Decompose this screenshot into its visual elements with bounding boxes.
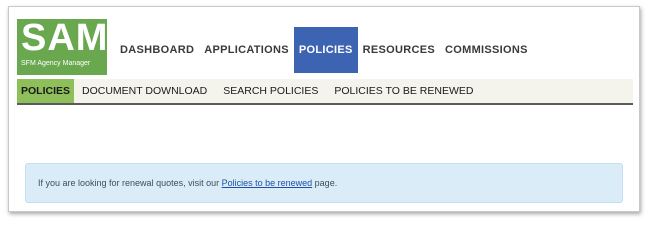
nav-dashboard[interactable]: DASHBOARD bbox=[115, 27, 199, 73]
nav-commissions[interactable]: COMMISSIONS bbox=[440, 27, 533, 73]
app-window: SAM SFM Agency Manager DASHBOARD APPLICA… bbox=[8, 6, 640, 212]
logo-subtitle: SFM Agency Manager bbox=[21, 60, 91, 67]
nav-policies[interactable]: POLICIES bbox=[293, 27, 358, 73]
notice-text-after: page. bbox=[312, 178, 338, 188]
nav-applications[interactable]: APPLICATIONS bbox=[199, 27, 294, 73]
sub-navigation: POLICIES DOCUMENT DOWNLOAD SEARCH POLICI… bbox=[17, 79, 633, 105]
subnav-policies[interactable]: POLICIES bbox=[17, 79, 75, 103]
subnav-search-policies[interactable]: SEARCH POLICIES bbox=[215, 79, 326, 103]
subnav-policies-to-be-renewed[interactable]: POLICIES TO BE RENEWED bbox=[326, 79, 481, 103]
renewal-notice: If you are looking for renewal quotes, v… bbox=[25, 163, 623, 203]
subnav-document-download[interactable]: DOCUMENT DOWNLOAD bbox=[74, 79, 215, 103]
sam-logo[interactable]: SAM SFM Agency Manager bbox=[17, 17, 109, 75]
notice-text-before: If you are looking for renewal quotes, v… bbox=[38, 178, 222, 188]
nav-resources[interactable]: RESOURCES bbox=[358, 27, 440, 73]
policies-to-be-renewed-link[interactable]: Policies to be renewed bbox=[222, 178, 313, 188]
logo-title: SAM bbox=[21, 17, 109, 59]
top-navigation: DASHBOARD APPLICATIONS POLICIES RESOURCE… bbox=[115, 27, 533, 73]
